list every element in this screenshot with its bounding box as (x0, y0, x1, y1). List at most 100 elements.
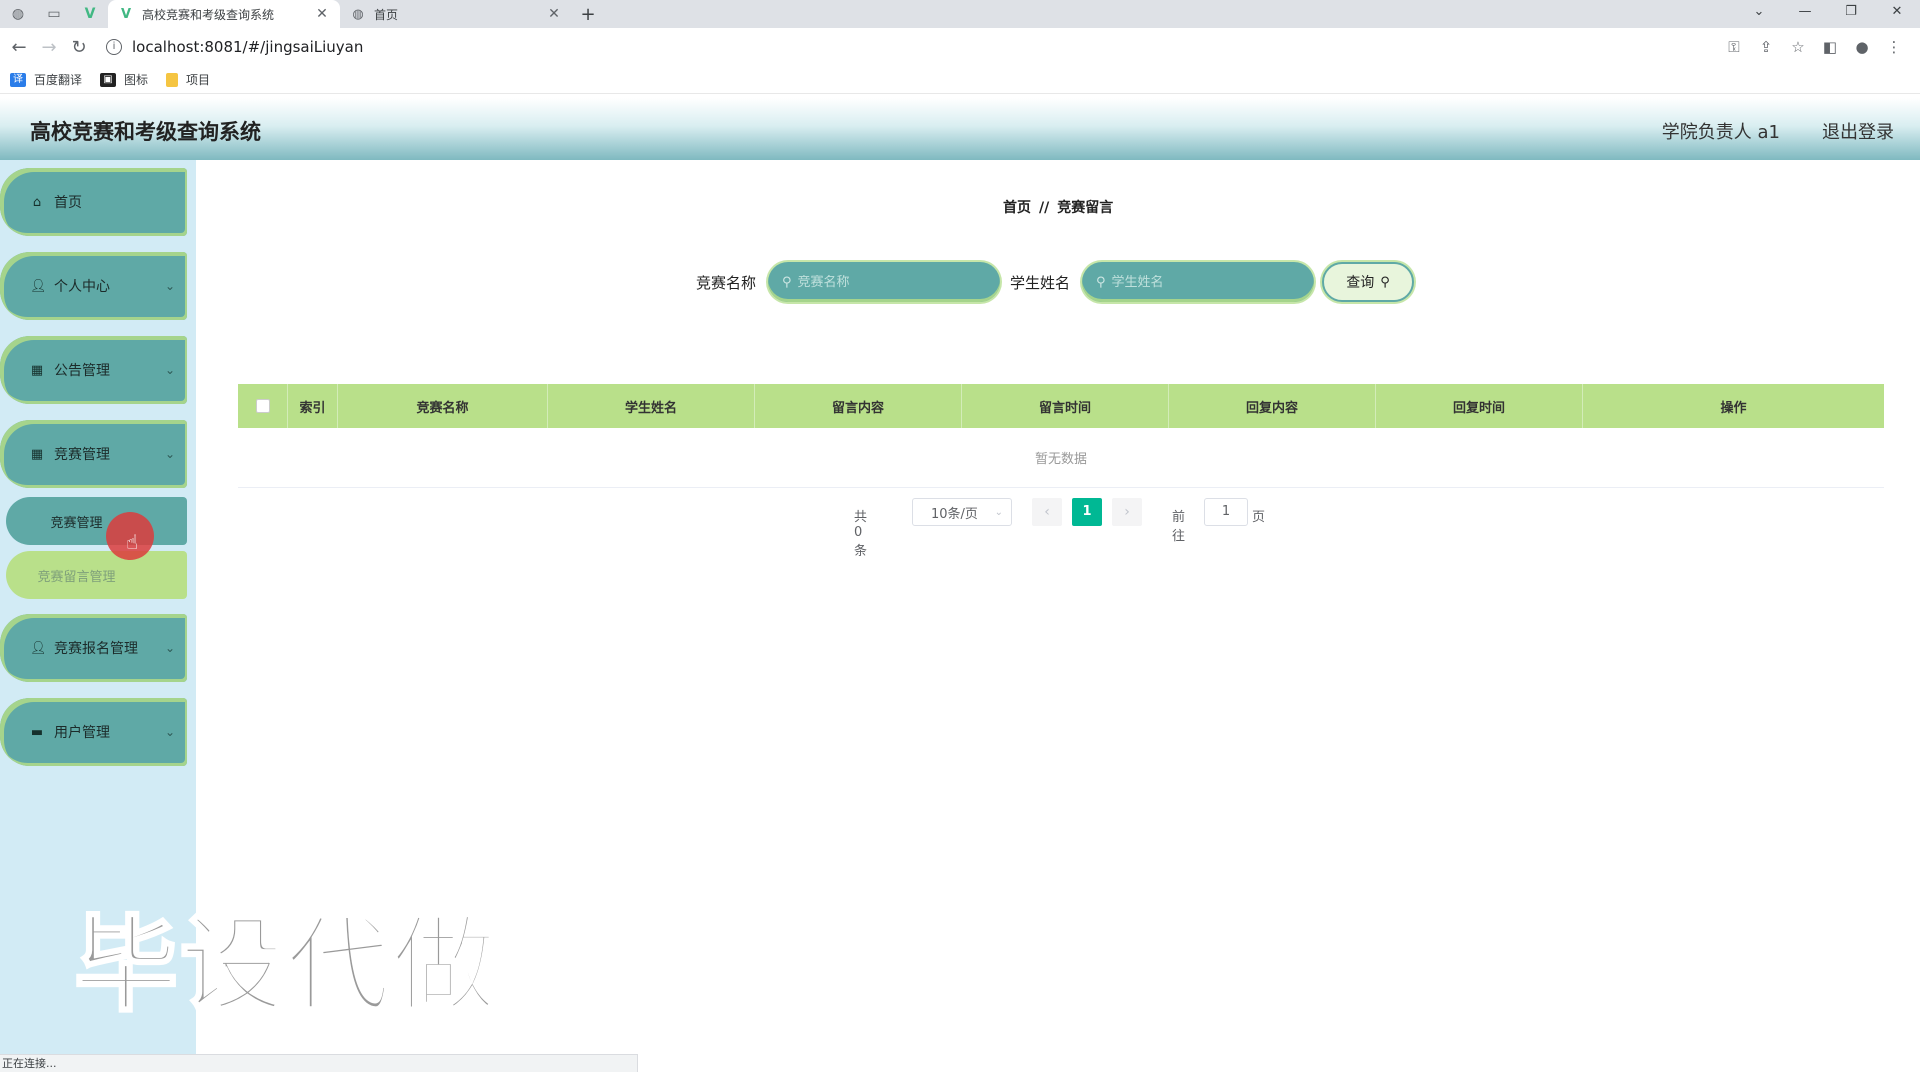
column-header: 操作 (1720, 400, 1747, 416)
user-icon: 👤︎ (30, 278, 47, 294)
student-name-label: 学生姓名 (1010, 274, 1071, 292)
sidebar-item-label: 竞赛报名管理 (54, 641, 138, 657)
jump-label: 前往 (1172, 510, 1186, 544)
column-header: 回复时间 (1376, 384, 1583, 428)
star-icon[interactable]: ☆ (1782, 38, 1814, 56)
current-page[interactable]: 1 (1072, 498, 1102, 526)
bookmark-label: 图标 (124, 73, 149, 87)
breadcrumb: 首页 // 竞赛留言 (1003, 197, 1113, 217)
query-button-label: 查询 (1346, 275, 1375, 291)
sidebar-item-profile[interactable]: 👤︎ 个人中心 ⌄ (0, 252, 187, 320)
breadcrumb-home[interactable]: 首页 (1003, 200, 1031, 216)
current-user: 学院负责人 a1 (1661, 122, 1780, 143)
tab-search-icon[interactable]: ⌄ (1736, 0, 1782, 24)
search-icon: ⚲ (1096, 274, 1106, 290)
url-text[interactable]: localhost:8081/#/jingsaiLiuyan (132, 38, 363, 56)
tab-title: 首页 (374, 7, 399, 22)
watermark-text: 毕设代做 (72, 903, 499, 1028)
student-name-input[interactable] (1111, 274, 1302, 290)
hand-cursor-icon: ☝ (126, 530, 139, 554)
sidebar-item-label: 公告管理 (54, 363, 110, 379)
url-field[interactable]: i localhost:8081/#/jingsaiLiuyan (106, 38, 363, 56)
user-icon: 👤︎ (30, 640, 47, 656)
close-icon[interactable]: ✕ (546, 6, 562, 22)
student-name-field[interactable]: ⚲ (1082, 262, 1314, 302)
message-table: 索引 竞赛名称 学生姓名 留言内容 留言时间 回复内容 回复时间 操作 暂无数据 (238, 384, 1884, 488)
chevron-down-icon: ⌄ (164, 279, 175, 293)
logout-link[interactable]: 退出登录 (1822, 118, 1894, 144)
blank-tab-icon[interactable]: ▭ (36, 0, 72, 28)
close-icon[interactable]: ✕ (314, 6, 330, 22)
vue-icon[interactable]: V (72, 0, 108, 28)
bookmark-item[interactable]: 项目 (166, 71, 210, 88)
back-icon[interactable]: ← (4, 37, 34, 58)
share-icon[interactable]: ⇪ (1750, 38, 1782, 56)
select-all-checkbox[interactable] (255, 399, 270, 413)
menu-icon[interactable]: ⋮ (1878, 38, 1910, 56)
column-header: 学生姓名 (548, 384, 755, 428)
submenu-competition-manage[interactable]: 竞赛管理 (6, 497, 187, 545)
breadcrumb-separator: // (1039, 200, 1050, 216)
home-icon: ⌂ (32, 194, 42, 210)
minimize-icon[interactable]: — (1782, 0, 1828, 24)
sidebar-item-home[interactable]: ⌂ 首页 (0, 168, 187, 236)
competition-name-input[interactable] (797, 274, 988, 290)
chat-icon: ▬ (30, 724, 44, 740)
total-count: 共 0 条 (854, 510, 868, 559)
breadcrumb-current: 竞赛留言 (1057, 200, 1114, 216)
submenu-label: 竞赛留言管理 (37, 569, 116, 585)
column-header: 留言时间 (962, 384, 1169, 428)
next-page-button[interactable]: › (1112, 498, 1142, 526)
translate-icon: 译 (10, 72, 26, 87)
page-size-select[interactable]: 10条/页 ⌄ (912, 498, 1012, 526)
sidebar-item-competition[interactable]: ▦ 竞赛管理 ⌄ (0, 420, 187, 488)
key-icon[interactable]: ⚿ (1718, 38, 1750, 56)
app-header: 高校竞赛和考级查询系统 学院负责人 a1 退出登录 (0, 98, 1920, 160)
column-header: 索引 (288, 384, 338, 428)
jump-page-input[interactable]: 1 (1204, 498, 1248, 526)
submenu-competition-message[interactable]: 竞赛留言管理 (6, 551, 187, 599)
sidebar-item-label: 用户管理 (54, 725, 110, 741)
image-icon: ▣ (100, 72, 117, 87)
browser-tab[interactable]: ◍ 首页 ✕ (340, 0, 572, 28)
bookmark-label: 百度翻译 (34, 73, 83, 87)
sidebar-item-users[interactable]: ▬ 用户管理 ⌄ (0, 698, 187, 766)
bookmarks-bar: 译 百度翻译 ▣ 图标 项目 (0, 66, 1920, 94)
empty-state: 暂无数据 (238, 428, 1884, 488)
grid-icon: ▦ (30, 446, 44, 462)
grid-icon: ▦ (30, 362, 44, 378)
chevron-down-icon: ⌄ (164, 363, 175, 377)
browser-tab-active[interactable]: V 高校竞赛和考级查询系统 ✕ (108, 0, 340, 28)
query-button[interactable]: 查询 ⚲ (1322, 262, 1414, 302)
chevron-down-icon: ⌄ (164, 725, 175, 739)
chevron-down-icon: ⌄ (164, 641, 175, 655)
submenu-label: 竞赛管理 (50, 515, 103, 531)
app-title: 高校竞赛和考级查询系统 (30, 120, 261, 144)
tab-title: 高校竞赛和考级查询系统 (142, 7, 275, 22)
sidebar-item-registration[interactable]: 👤︎ 竞赛报名管理 ⌄ (0, 614, 187, 682)
sidebar-item-label: 竞赛管理 (54, 447, 110, 463)
restore-icon[interactable]: ❐ (1828, 0, 1874, 24)
prev-page-button[interactable]: ‹ (1032, 498, 1062, 526)
bookmark-item[interactable]: ▣ 图标 (100, 71, 148, 88)
reload-icon[interactable]: ↻ (64, 37, 94, 58)
window-controls: ⌄ — ❐ ✕ (1736, 0, 1920, 24)
info-icon[interactable]: i (106, 39, 122, 55)
competition-name-field[interactable]: ⚲ (768, 262, 1000, 302)
sidebar-item-label: 个人中心 (54, 279, 110, 295)
table-header: 索引 竞赛名称 学生姓名 留言内容 留言时间 回复内容 回复时间 操作 (238, 384, 1884, 428)
page-unit: 页 (1252, 510, 1266, 525)
sidebar-item-notice[interactable]: ▦ 公告管理 ⌄ (0, 336, 187, 404)
bookmark-label: 项目 (186, 73, 211, 87)
page-size-value: 10条/页 (931, 506, 978, 522)
profile-icon[interactable]: ● (1846, 38, 1878, 56)
select-all-cell (238, 384, 288, 428)
forward-icon[interactable]: → (34, 37, 64, 58)
column-header: 留言内容 (755, 384, 962, 428)
globe-icon[interactable]: ◍ (0, 0, 36, 28)
folder-icon (166, 72, 179, 87)
sidepanel-icon[interactable]: ◧ (1814, 38, 1846, 56)
bookmark-item[interactable]: 译 百度翻译 (10, 71, 82, 88)
close-window-icon[interactable]: ✕ (1874, 0, 1920, 24)
new-tab-button[interactable]: + (572, 0, 604, 28)
